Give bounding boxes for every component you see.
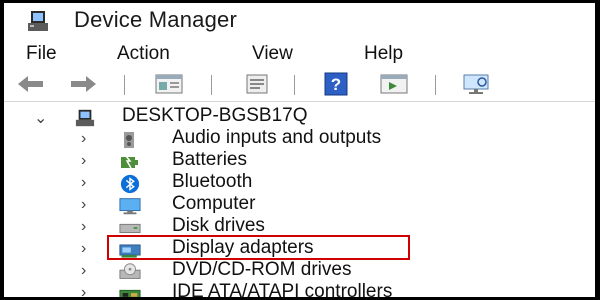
- chevron-down-icon[interactable]: ⌄: [34, 108, 47, 128]
- chevron-right-icon[interactable]: ›: [81, 284, 86, 297]
- tree-item-audio[interactable]: › Audio inputs and outputs: [4, 127, 595, 151]
- outer-frame: Device Manager File Action View Help ? ⌄…: [0, 0, 600, 300]
- tree-item-label: Bluetooth: [172, 171, 253, 192]
- menu-file[interactable]: File: [26, 43, 57, 65]
- title-bar: Device Manager: [4, 3, 595, 41]
- update-driver-icon: [380, 74, 408, 94]
- menu-action[interactable]: Action: [117, 43, 170, 65]
- forward-button[interactable]: [68, 72, 98, 96]
- help-icon: ?: [324, 72, 348, 96]
- highlight-box: [107, 235, 410, 260]
- update-driver-button[interactable]: [379, 72, 409, 96]
- chevron-right-icon[interactable]: ›: [81, 262, 86, 280]
- toolbar-separator: [211, 75, 212, 95]
- menu-view[interactable]: View: [252, 43, 293, 65]
- toolbar: ?: [4, 69, 595, 101]
- svg-text:?: ?: [331, 75, 341, 94]
- ide-controller-icon: [119, 289, 141, 297]
- speaker-icon: [124, 132, 134, 148]
- print-button[interactable]: [242, 72, 272, 96]
- tree-root[interactable]: ⌄ DESKTOP-BGSB17Q: [4, 105, 595, 129]
- tree-item-label: Audio inputs and outputs: [172, 127, 382, 148]
- tree-item-ide-controllers[interactable]: › IDE ATA/ATAPI controllers: [4, 281, 595, 297]
- toolbar-separator: [435, 75, 436, 95]
- monitor-icon: [119, 198, 141, 215]
- device-manager-app-icon: [28, 11, 48, 31]
- toolbar-divider: [4, 101, 595, 102]
- chevron-right-icon[interactable]: ›: [81, 240, 86, 258]
- tree-item-bluetooth[interactable]: › Bluetooth: [4, 171, 595, 195]
- scan-hardware-icon: [463, 74, 489, 94]
- toolbar-separator: [294, 75, 295, 95]
- forward-arrow-icon: [71, 76, 96, 92]
- tree-item-label: Disk drives: [172, 215, 265, 236]
- menu-help[interactable]: Help: [364, 43, 403, 65]
- chevron-right-icon[interactable]: ›: [81, 130, 86, 148]
- bluetooth-icon: [120, 174, 140, 194]
- computer-tree-icon: [75, 109, 95, 127]
- device-manager-window: Device Manager File Action View Help ? ⌄…: [4, 3, 595, 297]
- tree-item-label: Computer: [172, 193, 256, 214]
- toolbar-separator: [124, 75, 125, 95]
- tree-item-label: IDE ATA/ATAPI controllers: [172, 281, 393, 297]
- tree-item-batteries[interactable]: › Batteries: [4, 149, 595, 173]
- scan-hardware-button[interactable]: [462, 72, 492, 96]
- menu-bar: File Action View Help: [4, 43, 595, 69]
- help-button[interactable]: ?: [321, 72, 351, 96]
- dvd-drive-icon: [119, 263, 141, 279]
- back-button[interactable]: [16, 72, 46, 96]
- window-title: Device Manager: [74, 7, 237, 32]
- chevron-right-icon[interactable]: ›: [81, 196, 86, 214]
- tree-item-dvd-drives[interactable]: › DVD/CD-ROM drives: [4, 259, 595, 283]
- properties-button[interactable]: [154, 72, 184, 96]
- properties-icon: [155, 74, 183, 94]
- chevron-right-icon[interactable]: ›: [81, 174, 86, 192]
- battery-icon: [121, 155, 138, 169]
- tree-item-label: Batteries: [172, 149, 247, 170]
- back-arrow-icon: [18, 76, 43, 92]
- computer-name: DESKTOP-BGSB17Q: [122, 105, 308, 126]
- print-icon: [246, 74, 268, 94]
- chevron-right-icon[interactable]: ›: [81, 218, 86, 236]
- tree-item-label: DVD/CD-ROM drives: [172, 259, 352, 280]
- chevron-right-icon[interactable]: ›: [81, 152, 86, 170]
- tree-item-computer[interactable]: › Computer: [4, 193, 595, 217]
